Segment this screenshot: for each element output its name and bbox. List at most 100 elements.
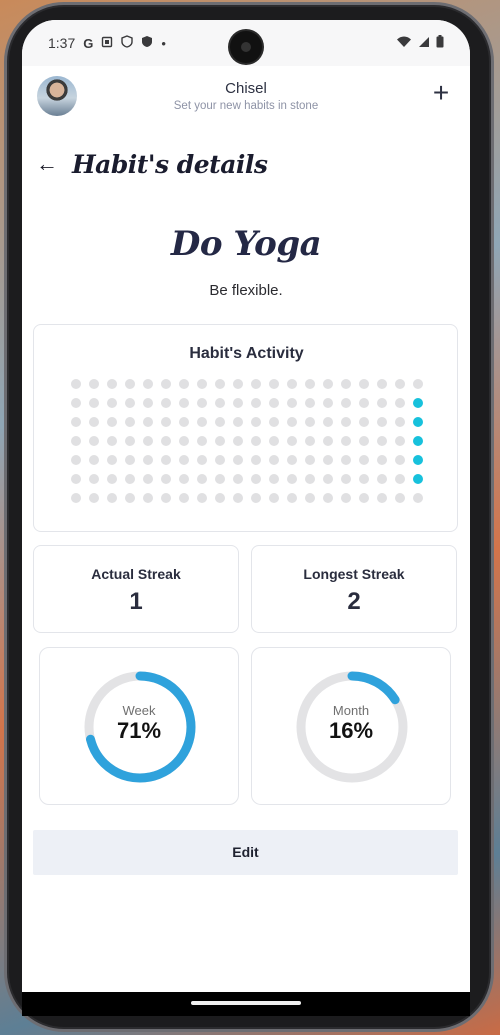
shield-filled-icon bbox=[141, 35, 153, 51]
dot-icon: • bbox=[161, 35, 166, 51]
activity-dot bbox=[125, 398, 135, 408]
activity-dot bbox=[215, 474, 225, 484]
activity-dot bbox=[143, 474, 153, 484]
activity-dot bbox=[71, 398, 81, 408]
activity-dot bbox=[377, 455, 387, 465]
activity-dot bbox=[341, 417, 351, 427]
activity-dot bbox=[215, 455, 225, 465]
back-arrow-icon[interactable]: ← bbox=[36, 151, 60, 177]
activity-dot bbox=[71, 455, 81, 465]
activity-dot bbox=[233, 436, 243, 446]
screenshot-icon bbox=[101, 36, 113, 51]
activity-dot bbox=[287, 379, 297, 389]
activity-dot bbox=[305, 474, 315, 484]
status-right bbox=[396, 35, 444, 51]
activity-dot bbox=[287, 436, 297, 446]
activity-dot bbox=[341, 455, 351, 465]
app-bar: Chisel Set your new habits in stone + bbox=[22, 72, 470, 126]
month-value: 16% bbox=[328, 718, 374, 743]
activity-dot bbox=[359, 436, 369, 446]
activity-dot bbox=[269, 493, 279, 503]
longest-streak-value: 2 bbox=[347, 588, 361, 615]
app-title: Chisel bbox=[225, 80, 267, 97]
activity-dot bbox=[233, 417, 243, 427]
google-g-icon: G bbox=[83, 35, 94, 51]
activity-dot bbox=[251, 436, 261, 446]
activity-dot bbox=[71, 474, 81, 484]
activity-dot bbox=[269, 474, 279, 484]
activity-dot bbox=[305, 417, 315, 427]
activity-dot bbox=[197, 455, 207, 465]
status-left: 1:37 G • bbox=[48, 35, 166, 51]
activity-dot bbox=[341, 474, 351, 484]
activity-dot bbox=[395, 474, 405, 484]
activity-dot bbox=[305, 398, 315, 408]
activity-dot bbox=[359, 474, 369, 484]
activity-dot bbox=[107, 398, 117, 408]
activity-dot bbox=[179, 398, 189, 408]
activity-dot bbox=[161, 493, 171, 503]
activity-grid bbox=[71, 379, 423, 503]
activity-dot bbox=[377, 398, 387, 408]
activity-title: Habit's Activity bbox=[189, 345, 304, 362]
add-habit-button[interactable]: + bbox=[428, 79, 454, 107]
activity-dot bbox=[143, 436, 153, 446]
activity-dot bbox=[305, 436, 315, 446]
activity-dot bbox=[233, 455, 243, 465]
activity-dot bbox=[125, 436, 135, 446]
activity-dot bbox=[377, 417, 387, 427]
activity-dot bbox=[305, 455, 315, 465]
activity-dot bbox=[143, 398, 153, 408]
status-time: 1:37 bbox=[48, 35, 76, 51]
activity-dot bbox=[125, 474, 135, 484]
activity-dot bbox=[251, 455, 261, 465]
activity-dot bbox=[233, 379, 243, 389]
activity-dot bbox=[323, 398, 333, 408]
week-value: 71% bbox=[116, 718, 162, 743]
activity-dot bbox=[197, 379, 207, 389]
actual-streak-value: 1 bbox=[129, 588, 143, 615]
activity-dot bbox=[89, 436, 99, 446]
activity-dot bbox=[179, 379, 189, 389]
activity-dot bbox=[323, 493, 333, 503]
activity-dot bbox=[179, 455, 189, 465]
activity-dot bbox=[179, 493, 189, 503]
activity-dot bbox=[143, 379, 153, 389]
activity-dot bbox=[89, 455, 99, 465]
month-progress-card: Month 16% bbox=[251, 647, 451, 805]
activity-dot bbox=[287, 398, 297, 408]
activity-dot bbox=[89, 474, 99, 484]
activity-dot bbox=[89, 379, 99, 389]
activity-dot bbox=[413, 493, 423, 503]
activity-dot bbox=[107, 379, 117, 389]
activity-dot bbox=[251, 417, 261, 427]
wifi-icon bbox=[396, 36, 412, 51]
activity-dot bbox=[71, 436, 81, 446]
activity-dot bbox=[395, 436, 405, 446]
activity-dot bbox=[413, 379, 423, 389]
activity-dot bbox=[359, 379, 369, 389]
activity-dot bbox=[323, 436, 333, 446]
activity-dot bbox=[197, 474, 207, 484]
activity-dot bbox=[215, 493, 225, 503]
activity-dot bbox=[251, 379, 261, 389]
activity-dot bbox=[251, 398, 261, 408]
activity-dot bbox=[287, 417, 297, 427]
activity-dot bbox=[359, 398, 369, 408]
edit-button[interactable]: Edit bbox=[33, 830, 458, 875]
shield-icon bbox=[121, 35, 134, 51]
activity-dot bbox=[269, 417, 279, 427]
activity-dot bbox=[269, 455, 279, 465]
activity-dot bbox=[377, 493, 387, 503]
home-indicator[interactable] bbox=[191, 1001, 301, 1005]
activity-dot bbox=[107, 436, 117, 446]
activity-dot bbox=[215, 417, 225, 427]
activity-dot bbox=[305, 493, 315, 503]
activity-dot bbox=[341, 398, 351, 408]
activity-dot bbox=[179, 474, 189, 484]
activity-dot bbox=[143, 493, 153, 503]
activity-dot bbox=[143, 417, 153, 427]
activity-dot bbox=[341, 436, 351, 446]
habit-description: Be flexible. bbox=[209, 282, 283, 299]
activity-dot bbox=[287, 493, 297, 503]
